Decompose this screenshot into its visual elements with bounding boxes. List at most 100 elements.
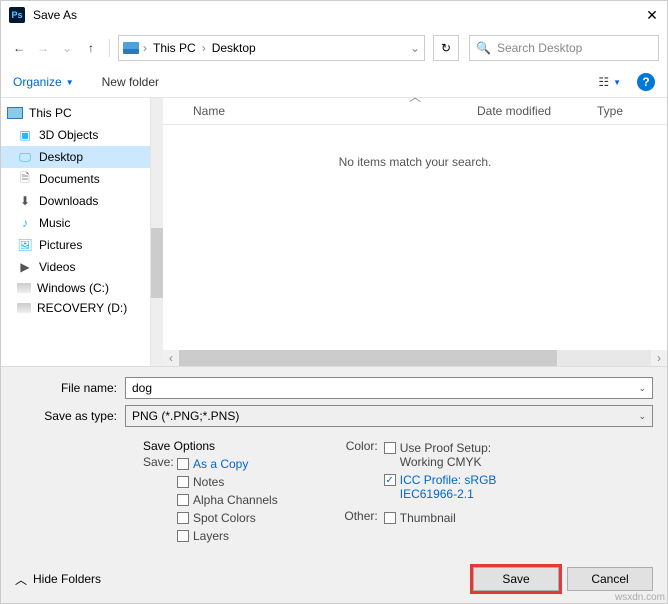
checkbox[interactable] [177, 458, 189, 470]
save-type-dropdown[interactable]: PNG (*.PNG;*.PNS) ⌄ [125, 405, 653, 427]
option-label: ICC Profile: sRGB [400, 473, 497, 487]
option-label: Layers [193, 529, 229, 543]
tree-label: Music [39, 216, 70, 230]
cancel-button[interactable]: Cancel [567, 567, 653, 591]
tree-label: This PC [29, 106, 72, 120]
forward-button[interactable]: → [33, 38, 53, 58]
save-options-left: Save Options Save: As a Copy Notes Alpha… [143, 439, 278, 545]
file-name-row: File name: dog ⌄ [15, 377, 653, 399]
save-type-label: Save as type: [15, 409, 125, 423]
chevron-up-icon: ︿ [15, 571, 27, 588]
tree-item-documents[interactable]: 🗎 Documents [1, 168, 150, 190]
tree-item-downloads[interactable]: ⬇ Downloads [1, 190, 150, 212]
scroll-left-icon[interactable]: ‹ [163, 351, 179, 365]
option-icc-profile[interactable]: ✓ ICC Profile: sRGB IEC61966-2.1 [384, 473, 497, 501]
scrollbar-thumb[interactable] [179, 350, 557, 366]
watermark: wsxdn.com [615, 592, 665, 603]
cancel-button-label: Cancel [591, 572, 628, 586]
collapse-header-icon[interactable]: ︿ [409, 88, 421, 105]
column-date[interactable]: Date modified [467, 98, 587, 124]
search-input[interactable]: 🔍 Search Desktop [469, 35, 659, 61]
tree-root-this-pc[interactable]: This PC [1, 102, 150, 124]
tree-item-recovery-d[interactable]: RECOVERY (D:) [1, 298, 150, 318]
option-layers[interactable]: Layers [177, 529, 278, 543]
scroll-right-icon[interactable]: › [651, 351, 667, 365]
new-folder-button[interactable]: New folder [102, 75, 159, 89]
option-notes[interactable]: Notes [177, 475, 278, 489]
checkbox[interactable] [177, 476, 189, 488]
pictures-icon: 🖼 [17, 237, 33, 253]
checkbox[interactable] [177, 512, 189, 524]
option-proof-setup[interactable]: Use Proof Setup: Working CMYK [384, 441, 497, 469]
hide-folders-toggle[interactable]: ︿ Hide Folders [15, 571, 101, 588]
drive-icon [123, 42, 139, 54]
tree-item-desktop[interactable]: 🖵 Desktop [1, 146, 150, 168]
option-label: As a Copy [193, 457, 248, 471]
tree-label: Documents [39, 172, 100, 186]
save-button-label: Save [502, 572, 529, 586]
recent-dropdown[interactable]: ⌄ [57, 38, 77, 58]
scrollbar-thumb[interactable] [151, 228, 163, 298]
other-label: Other: [338, 509, 384, 527]
tree-item-pictures[interactable]: 🖼 Pictures [1, 234, 150, 256]
column-name[interactable]: Name [163, 98, 467, 124]
checkbox[interactable] [384, 512, 396, 524]
option-alpha-channels[interactable]: Alpha Channels [177, 493, 278, 507]
title-bar: Ps Save As ✕ [1, 1, 667, 29]
up-button[interactable]: ↑ [81, 38, 101, 58]
horizontal-scrollbar[interactable]: ‹ › [163, 350, 667, 366]
file-name-value: dog [132, 381, 152, 395]
search-icon: 🔍 [476, 41, 491, 55]
close-icon[interactable]: ✕ [645, 8, 659, 22]
toolbar: Organize ▼ New folder ☷ ▼ ? [1, 67, 667, 97]
option-label: Notes [193, 475, 224, 489]
tree-item-videos[interactable]: ▶ Videos [1, 256, 150, 278]
save-type-row: Save as type: PNG (*.PNG;*.PNS) ⌄ [15, 405, 653, 427]
videos-icon: ▶ [17, 259, 33, 275]
save-sublabel: Save: [143, 455, 177, 545]
option-label: Thumbnail [400, 511, 456, 525]
file-name-input[interactable]: dog ⌄ [125, 377, 653, 399]
help-button[interactable]: ? [637, 73, 655, 91]
tree-item-windows-c[interactable]: Windows (C:) [1, 278, 150, 298]
chevron-down-icon[interactable]: ⌄ [638, 411, 646, 422]
save-type-value: PNG (*.PNG;*.PNS) [132, 409, 239, 423]
search-placeholder: Search Desktop [497, 41, 582, 55]
checkbox[interactable] [384, 442, 396, 454]
option-thumbnail[interactable]: Thumbnail [384, 511, 456, 525]
column-type[interactable]: Type [587, 98, 667, 124]
scroll-track[interactable] [179, 350, 651, 366]
checkbox[interactable] [177, 530, 189, 542]
refresh-button[interactable]: ↻ [433, 35, 459, 61]
music-icon: ♪ [17, 215, 33, 231]
3d-objects-icon: ▣ [17, 127, 33, 143]
tree-label: Pictures [39, 238, 82, 252]
organize-button[interactable]: Organize ▼ [13, 75, 74, 89]
drive-icon [17, 283, 31, 293]
back-button[interactable]: ← [9, 38, 29, 58]
nav-separator [109, 39, 110, 57]
tree-scrollbar[interactable] [151, 98, 163, 366]
tree-item-music[interactable]: ♪ Music [1, 212, 150, 234]
checkbox[interactable]: ✓ [384, 474, 396, 486]
address-dropdown[interactable]: ⌄ [410, 41, 420, 55]
save-options-right: Color: Use Proof Setup: Working CMYK ✓ I… [338, 439, 497, 545]
breadcrumb-this-pc[interactable]: This PC [151, 41, 198, 55]
app-icon: Ps [9, 7, 25, 23]
nav-bar: ← → ⌄ ↑ › This PC › Desktop ⌄ ↻ 🔍 Search… [1, 29, 667, 67]
checkbox[interactable] [177, 494, 189, 506]
option-as-a-copy[interactable]: As a Copy [177, 457, 278, 471]
dialog-footer: ︿ Hide Folders Save Cancel [1, 555, 667, 603]
drive-icon [17, 303, 31, 313]
save-button[interactable]: Save [473, 567, 559, 591]
breadcrumb-desktop[interactable]: Desktop [210, 41, 258, 55]
pc-icon [7, 105, 23, 121]
empty-message: No items match your search. [163, 125, 667, 199]
option-spot-colors[interactable]: Spot Colors [177, 511, 278, 525]
address-bar[interactable]: › This PC › Desktop ⌄ [118, 35, 425, 61]
view-options-button[interactable]: ☷ ▼ [594, 73, 625, 91]
option-label: Use Proof Setup: [400, 441, 491, 455]
chevron-down-icon[interactable]: ⌄ [638, 383, 646, 394]
chevron-down-icon: ▼ [613, 78, 621, 87]
tree-item-3d-objects[interactable]: ▣ 3D Objects [1, 124, 150, 146]
